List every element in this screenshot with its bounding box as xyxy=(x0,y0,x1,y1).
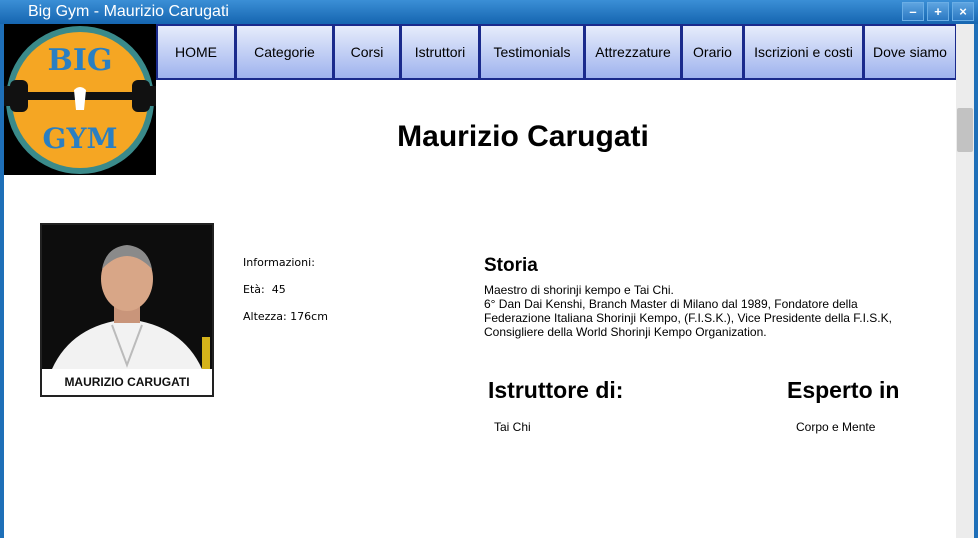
vertical-scrollbar[interactable] xyxy=(956,24,974,538)
storia-heading: Storia xyxy=(484,255,538,276)
nav-dove-siamo[interactable]: Dove siamo xyxy=(863,24,956,80)
esperto-heading: Esperto in xyxy=(787,377,900,403)
window-title: Big Gym - Maurizio Carugati xyxy=(28,3,229,20)
page-content: BIG GYM HOME Categorie Corsi Istruttori … xyxy=(4,24,956,538)
istruttore-value: Tai Chi xyxy=(494,420,531,434)
minimize-button[interactable]: – xyxy=(902,2,924,21)
nav-iscrizioni[interactable]: Iscrizioni e costi xyxy=(743,24,863,80)
nav-categorie[interactable]: Categorie xyxy=(235,24,333,80)
storia-line-1: Maestro di shorinji kempo e Tai Chi. xyxy=(484,283,674,297)
main-nav: HOME Categorie Corsi Istruttori Testimon… xyxy=(156,24,956,80)
nav-attrezzature[interactable]: Attrezzature xyxy=(584,24,681,80)
browser-window: Big Gym - Maurizio Carugati – + × BIG GY… xyxy=(0,0,978,538)
info-altezza: Altezza: 176cm xyxy=(243,310,328,323)
esperto-value: Corpo e Mente xyxy=(796,420,876,434)
info-panel: Informazioni: Età: 45 Altezza: 176cm xyxy=(243,256,328,337)
photo-caption: MAURIZIO CARUGATI xyxy=(42,369,212,395)
logo-top-text: BIG xyxy=(47,43,112,78)
scrollbar-thumb[interactable] xyxy=(957,108,973,152)
storia-line-2: 6° Dan Dai Kenshi, Branch Master di Mila… xyxy=(484,297,892,339)
maximize-button[interactable]: + xyxy=(927,2,949,21)
title-bar[interactable]: Big Gym - Maurizio Carugati – + × xyxy=(0,0,978,24)
nav-orario[interactable]: Orario xyxy=(681,24,743,80)
page-title: Maurizio Carugati xyxy=(397,120,649,153)
storia-text: Maestro di shorinji kempo e Tai Chi. 6° … xyxy=(484,283,914,339)
nav-corsi[interactable]: Corsi xyxy=(333,24,400,80)
nav-testimonials[interactable]: Testimonials xyxy=(479,24,584,80)
instructor-photo: MAURIZIO CARUGATI xyxy=(40,223,214,397)
info-eta: Età: 45 xyxy=(243,283,286,296)
nav-istruttori[interactable]: Istruttori xyxy=(400,24,479,80)
info-heading: Informazioni: xyxy=(243,256,315,269)
close-button[interactable]: × xyxy=(952,2,974,21)
window-border xyxy=(974,24,978,538)
istruttore-heading: Istruttore di: xyxy=(488,377,624,403)
nav-home[interactable]: HOME xyxy=(156,24,235,80)
